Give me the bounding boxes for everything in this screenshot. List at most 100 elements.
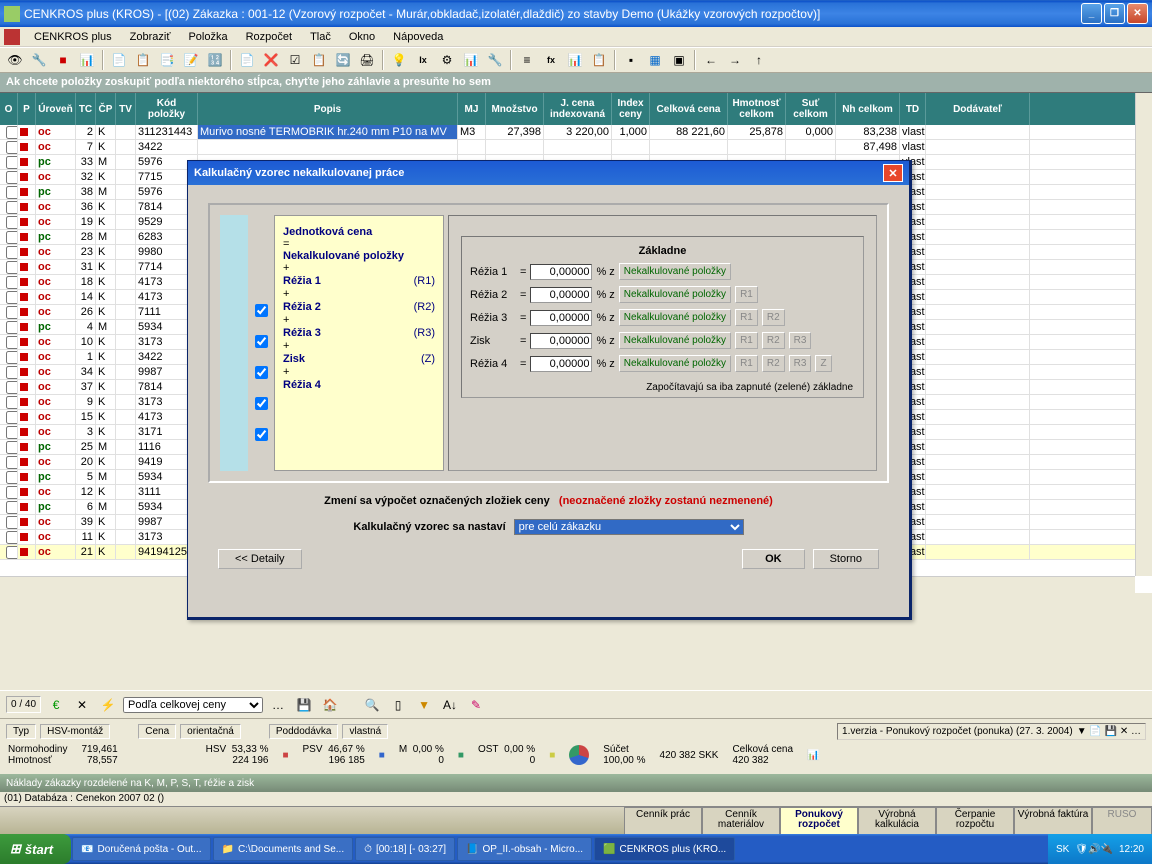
bt-7[interactable]: ▯ (387, 694, 409, 716)
col-sut[interactable]: Suť celkom (786, 93, 836, 125)
tool-12[interactable]: ☑ (284, 49, 306, 71)
input-r1[interactable] (530, 264, 592, 280)
bt-3[interactable]: ⚡ (97, 694, 119, 716)
menu-polozka[interactable]: Položka (180, 29, 235, 45)
tab-cennik-mat[interactable]: Cenník materiálov (702, 807, 780, 834)
bt-4[interactable]: … (267, 694, 289, 716)
group-by-hint[interactable]: Ak chcete položky zoskupiť podľa niektor… (0, 73, 1152, 93)
col-celkova[interactable]: Celková cena (650, 93, 728, 125)
menu-rozpocet[interactable]: Rozpočet (238, 29, 300, 45)
tool-3[interactable]: ■ (52, 49, 74, 71)
btn-np-1[interactable]: Nekalkulované položky (619, 263, 731, 280)
tool-23[interactable]: ▪ (620, 49, 642, 71)
start-button[interactable]: ⊞štart (0, 834, 71, 864)
col-o[interactable]: O (0, 93, 18, 125)
menu-app[interactable]: CENKROS plus (26, 29, 120, 45)
tool-6[interactable]: 📋 (132, 49, 154, 71)
bt-1[interactable]: € (45, 694, 67, 716)
col-mnozstvo[interactable]: Množstvo (486, 93, 544, 125)
detaily-button[interactable]: << Detaily (218, 549, 302, 569)
btn-r1-3[interactable]: R1 (735, 309, 758, 326)
tool-25[interactable]: ▣ (668, 49, 690, 71)
tool-20[interactable]: ≡ (516, 49, 538, 71)
menu-napoveda[interactable]: Nápoveda (385, 29, 451, 45)
btn-r1-5[interactable]: R1 (735, 355, 758, 372)
chart-icon[interactable]: 📊 (807, 750, 819, 761)
tool-15[interactable]: 🖨 (356, 49, 378, 71)
tool-5[interactable]: 📄 (108, 49, 130, 71)
tool-7[interactable]: 📑 (156, 49, 178, 71)
tab-cerpanie[interactable]: Čerpanie rozpočtu (936, 807, 1014, 834)
tool-24[interactable]: ▦ (644, 49, 666, 71)
chk-r1[interactable] (255, 304, 268, 317)
bt-filter[interactable]: ▼ (413, 694, 435, 716)
col-popis[interactable]: Popis (198, 93, 458, 125)
tool-fx[interactable]: fx (540, 49, 562, 71)
tool-11[interactable]: ❌ (260, 49, 282, 71)
tool-8[interactable]: 📝 (180, 49, 202, 71)
chk-r4[interactable] (255, 428, 268, 441)
tool-14[interactable]: 🔄 (332, 49, 354, 71)
chk-r3[interactable] (255, 366, 268, 379)
menu-zobrazit[interactable]: Zobraziť (122, 29, 179, 45)
maximize-button[interactable]: ❐ (1104, 3, 1125, 24)
col-mj[interactable]: MJ (458, 93, 486, 125)
btn-r1-2[interactable]: R1 (735, 286, 758, 303)
table-row[interactable]: oc7K342287,498vlast. (0, 140, 1152, 155)
btn-r3-4[interactable]: R3 (789, 332, 812, 349)
btn-r3-5[interactable]: R3 (789, 355, 812, 372)
tab-vyrobna-kalk[interactable]: Výrobná kalkulácia (858, 807, 936, 834)
col-p[interactable]: P (18, 93, 36, 125)
col-tc[interactable]: TC (76, 93, 96, 125)
bt-2[interactable]: ✕ (71, 694, 93, 716)
input-r2[interactable] (530, 287, 592, 303)
menu-okno[interactable]: Okno (341, 29, 383, 45)
col-kod[interactable]: Kód položky (136, 93, 198, 125)
task-word[interactable]: 📘 OP_II.-obsah - Micro... (457, 837, 592, 861)
system-tray[interactable]: SK 🛡🔊🔌 12:20 (1048, 834, 1152, 864)
scrollbar-vertical[interactable] (1135, 93, 1152, 576)
tab-ponukovy[interactable]: Ponukový rozpočet (780, 807, 858, 834)
tab-cennik-prac[interactable]: Cenník prác (624, 807, 702, 834)
bt-sort[interactable]: A↓ (439, 694, 461, 716)
col-jcena[interactable]: J. cena indexovaná (544, 93, 612, 125)
btn-r2-4[interactable]: R2 (762, 332, 785, 349)
btn-r2-3[interactable]: R2 (762, 309, 785, 326)
col-uroven[interactable]: Úroveň (36, 93, 76, 125)
tool-19[interactable]: 🔧 (484, 49, 506, 71)
dialog-titlebar[interactable]: Kalkulačný vzorec nekalkulovanej práce ✕ (188, 161, 909, 185)
tool-10[interactable]: 📄 (236, 49, 258, 71)
tool-4[interactable]: 📊 (76, 49, 98, 71)
sort-combo[interactable]: Podľa celkovej ceny (123, 697, 263, 713)
btn-r2-5[interactable]: R2 (762, 355, 785, 372)
input-r3[interactable] (530, 310, 592, 326)
tool-right[interactable]: → (724, 49, 746, 71)
btn-z-5[interactable]: Z (815, 355, 831, 372)
tool-21[interactable]: 📊 (564, 49, 586, 71)
minimize-button[interactable]: _ (1081, 3, 1102, 24)
dialog-close-button[interactable]: ✕ (883, 164, 903, 182)
chk-zisk[interactable] (255, 397, 268, 410)
close-button[interactable]: ✕ (1127, 3, 1148, 24)
col-cp[interactable]: ČP (96, 93, 116, 125)
table-row[interactable]: oc2K311231443Murivo nosné TERMOBRIK hr.2… (0, 125, 1152, 140)
bt-5[interactable]: 💾 (293, 694, 315, 716)
input-zisk[interactable] (530, 333, 592, 349)
tool-up[interactable]: ↑ (748, 49, 770, 71)
tool-ix[interactable]: Ix (412, 49, 434, 71)
storno-button[interactable]: Storno (813, 549, 879, 569)
bt-6[interactable]: 🏠 (319, 694, 341, 716)
task-outlook[interactable]: 📧 Doručená pošta - Out... (72, 837, 210, 861)
tool-left[interactable]: ← (700, 49, 722, 71)
task-cenkros[interactable]: 🟩 CENKROS plus (KRO... (594, 837, 735, 861)
btn-r1-4[interactable]: R1 (735, 332, 758, 349)
tool-13[interactable]: 📋 (308, 49, 330, 71)
col-dodavatel[interactable]: Dodávateľ (926, 93, 1030, 125)
col-tv[interactable]: TV (116, 93, 136, 125)
btn-np-2[interactable]: Nekalkulované položky (619, 286, 731, 303)
tab-vyrobna-fakt[interactable]: Výrobná faktúra (1014, 807, 1092, 834)
task-timer[interactable]: ⏱ [00:18] [- 03:27] (355, 837, 455, 861)
col-nh[interactable]: Nh celkom (836, 93, 900, 125)
btn-np-3[interactable]: Nekalkulované položky (619, 309, 731, 326)
bt-find[interactable]: 🔍 (361, 694, 383, 716)
